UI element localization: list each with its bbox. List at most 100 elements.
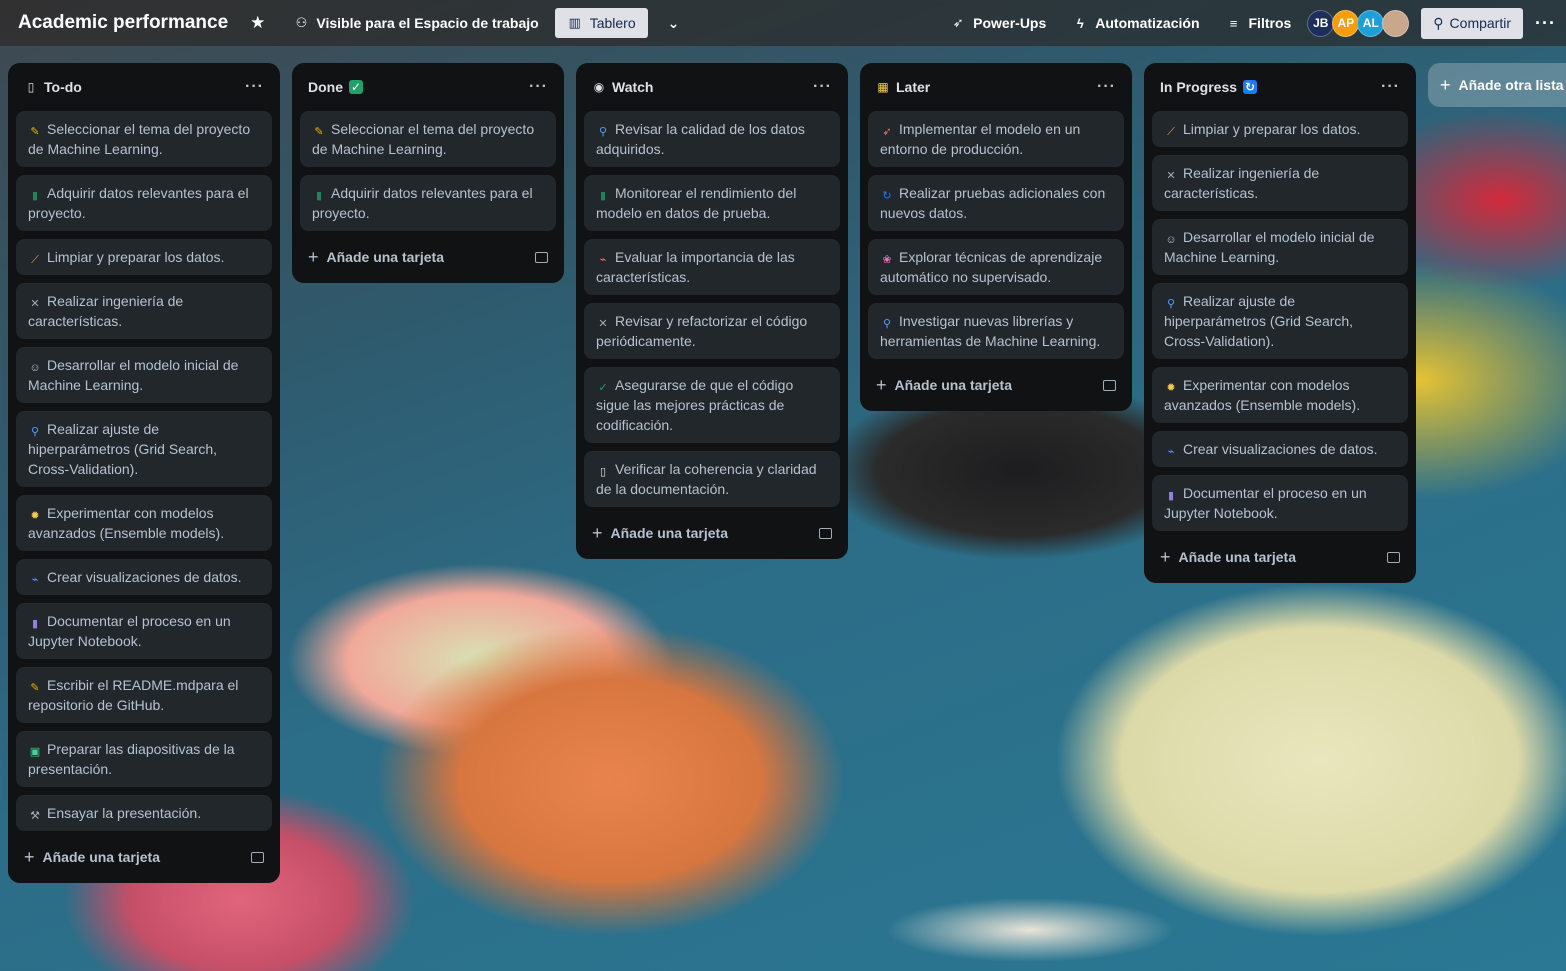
card[interactable]: ⟋ Limpiar y preparar los datos.: [16, 239, 272, 275]
list-to-do: ▯ To-do ··· ✎ Seleccionar el tema del proy…: [8, 63, 280, 883]
card[interactable]: ⚲ Investigar nuevas librerías y herramien…: [868, 303, 1124, 359]
list-title[interactable]: In Progress: [1160, 79, 1237, 95]
card[interactable]: ⚲ Revisar la calidad de los datos adquiri…: [584, 111, 840, 167]
star-icon[interactable]: ★: [250, 13, 265, 33]
list-in-progress: In Progress ↻ ··· ⟋ Limpiar y preparar los…: [1144, 63, 1416, 583]
card[interactable]: ✓ Asegurarse de que el código sigue las m…: [584, 367, 840, 443]
member-avatar[interactable]: AL: [1357, 9, 1385, 37]
add-card-button[interactable]: + Añade una tarjeta: [1152, 539, 1408, 575]
plus-icon: +: [24, 846, 35, 867]
add-card-label: Añade una tarjeta: [894, 377, 1012, 393]
list-header: ▦ Later ···: [868, 63, 1124, 111]
views-dropdown-button[interactable]: ⌄: [660, 11, 688, 36]
card-title: Verificar la coherencia y claridad de la…: [596, 461, 817, 497]
list-menu-icon[interactable]: ···: [1381, 78, 1400, 96]
card[interactable]: ▯ Verificar la coherencia y claridad de l…: [584, 451, 840, 507]
card[interactable]: ▮ Adquirir datos relevantes para el proye…: [300, 175, 556, 231]
card-title: Explorar técnicas de aprendizaje automát…: [880, 249, 1103, 285]
add-list-button[interactable]: + Añade otra lista: [1428, 63, 1566, 107]
card[interactable]: ⌁ Crear visualizaciones de datos.: [1152, 431, 1408, 467]
plus-icon: +: [1160, 546, 1171, 567]
eyes-icon: ◉: [593, 80, 605, 94]
board-view-button[interactable]: ▥ Tablero: [554, 8, 648, 38]
card[interactable]: ⟋ Limpiar y preparar los datos.: [1152, 111, 1408, 147]
add-card-button[interactable]: + Añade una tarjeta: [300, 239, 556, 275]
list-title[interactable]: Later: [896, 79, 930, 95]
card-title: Realizar pruebas adicionales con nuevos …: [880, 185, 1106, 221]
card[interactable]: ✹ Experimentar con modelos avanzados (Ens…: [16, 495, 272, 551]
member-avatar[interactable]: JB: [1307, 9, 1335, 37]
card[interactable]: ✕ Realizar ingeniería de características.: [16, 283, 272, 339]
card[interactable]: ✕ Realizar ingeniería de características.: [1152, 155, 1408, 211]
template-icon[interactable]: [1103, 379, 1116, 391]
magnifier-icon: ⚲: [882, 318, 892, 330]
card-title: Crear visualizaciones de datos.: [1183, 441, 1378, 457]
card[interactable]: ↻ Realizar pruebas adicionales con nuevos…: [868, 175, 1124, 231]
card-title: Preparar las diapositivas de la presenta…: [28, 741, 235, 777]
card[interactable]: ▮ Documentar el proceso en un Jupyter Not…: [1152, 475, 1408, 531]
member-avatar[interactable]: AP: [1332, 9, 1360, 37]
filters-button[interactable]: ≡ Filtros: [1218, 9, 1300, 37]
card[interactable]: ▮ Documentar el proceso en un Jupyter Not…: [16, 603, 272, 659]
card-title: Evaluar la importancia de las caracterís…: [596, 249, 795, 285]
card[interactable]: ✕ Revisar y refactorizar el código periód…: [584, 303, 840, 359]
list-header: In Progress ↻ ···: [1152, 63, 1408, 111]
template-icon[interactable]: [251, 851, 264, 863]
template-icon[interactable]: [535, 251, 548, 263]
card[interactable]: ⚲ Realizar ajuste de hiperparámetros (Gri…: [16, 411, 272, 487]
card-title: Monitorear el rendimiento del modelo en …: [596, 185, 797, 221]
card[interactable]: ⌁ Evaluar la importancia de las caracterí…: [584, 239, 840, 295]
member-avatar[interactable]: [1382, 9, 1410, 37]
automation-label: Automatización: [1095, 15, 1200, 31]
card[interactable]: ✎ Seleccionar el tema del proyecto de Mac…: [300, 111, 556, 167]
list-title[interactable]: To-do: [44, 79, 82, 95]
card[interactable]: ⚒ Ensayar la presentación.: [16, 795, 272, 831]
card-title: Documentar el proceso en un Jupyter Note…: [1164, 485, 1367, 521]
line-chart-icon: ⌁: [31, 574, 39, 586]
template-icon[interactable]: [819, 527, 832, 539]
magnifier-icon: ⚲: [30, 426, 40, 438]
list-title[interactable]: Watch: [612, 79, 653, 95]
card-title: Realizar ingeniería de características.: [1164, 165, 1320, 201]
card[interactable]: ▮ Adquirir datos relevantes para el proye…: [16, 175, 272, 231]
more-menu-icon[interactable]: ···: [1535, 13, 1556, 34]
broom-icon: ⟋: [1167, 126, 1175, 138]
list-menu-icon[interactable]: ···: [1097, 78, 1116, 96]
card-title: Investigar nuevas librerías y herramient…: [880, 313, 1101, 349]
refresh-icon: ↻: [1243, 80, 1258, 94]
hammer-icon: ⚒: [30, 810, 40, 822]
card-title: Desarrollar el modelo inicial de Machine…: [1164, 229, 1375, 265]
chevron-down-icon: ⌄: [667, 14, 680, 31]
list-menu-icon[interactable]: ···: [813, 78, 832, 96]
card[interactable]: ⌁ Crear visualizaciones de datos.: [16, 559, 272, 595]
magnifier-icon: ⚲: [598, 126, 608, 138]
card[interactable]: ⚲ Realizar ajuste de hiperparámetros (Gri…: [1152, 283, 1408, 359]
share-button[interactable]: ⚲ Compartir: [1421, 7, 1524, 39]
card[interactable]: ✎ Escribir el README.mdpara el repositori…: [16, 667, 272, 723]
add-card-button[interactable]: + Añade una tarjeta: [16, 839, 272, 875]
card[interactable]: ☺ Desarrollar el modelo inicial de Machin…: [1152, 219, 1408, 275]
card-title: Seleccionar el tema del proyecto de Mach…: [312, 121, 535, 157]
visibility-button[interactable]: ⚇ Visible para el Espacio de trabajo: [285, 9, 546, 37]
template-icon[interactable]: [1387, 551, 1400, 563]
list-title[interactable]: Done: [308, 79, 343, 95]
add-card-button[interactable]: + Añade una tarjeta: [584, 515, 840, 551]
plus-icon: +: [592, 522, 603, 543]
powerups-button[interactable]: ➶ Power-Ups: [942, 9, 1054, 37]
card[interactable]: ▮ Monitorear el rendimiento del modelo en…: [584, 175, 840, 231]
card[interactable]: ✎ Seleccionar el tema del proyecto de Mac…: [16, 111, 272, 167]
card[interactable]: ❀ Explorar técnicas de aprendizaje automá…: [868, 239, 1124, 295]
automation-button[interactable]: ϟ Automatización: [1064, 9, 1207, 37]
list-done: Done ✓ ··· ✎ Seleccionar el tema del proye…: [292, 63, 564, 283]
refresh-icon: ↻: [882, 190, 892, 202]
board-title[interactable]: Academic performance: [18, 12, 228, 34]
card[interactable]: ➶ Implementar el modelo en un entorno de …: [868, 111, 1124, 167]
plus-icon: +: [1440, 74, 1451, 95]
add-card-button[interactable]: + Añade una tarjeta: [868, 367, 1124, 403]
list-menu-icon[interactable]: ···: [245, 78, 264, 96]
card[interactable]: ✹ Experimentar con modelos avanzados (Ens…: [1152, 367, 1408, 423]
add-list-label: Añade otra lista: [1458, 77, 1564, 93]
card[interactable]: ▣ Preparar las diapositivas de la present…: [16, 731, 272, 787]
list-menu-icon[interactable]: ···: [529, 78, 548, 96]
card[interactable]: ☺ Desarrollar el modelo inicial de Machin…: [16, 347, 272, 403]
